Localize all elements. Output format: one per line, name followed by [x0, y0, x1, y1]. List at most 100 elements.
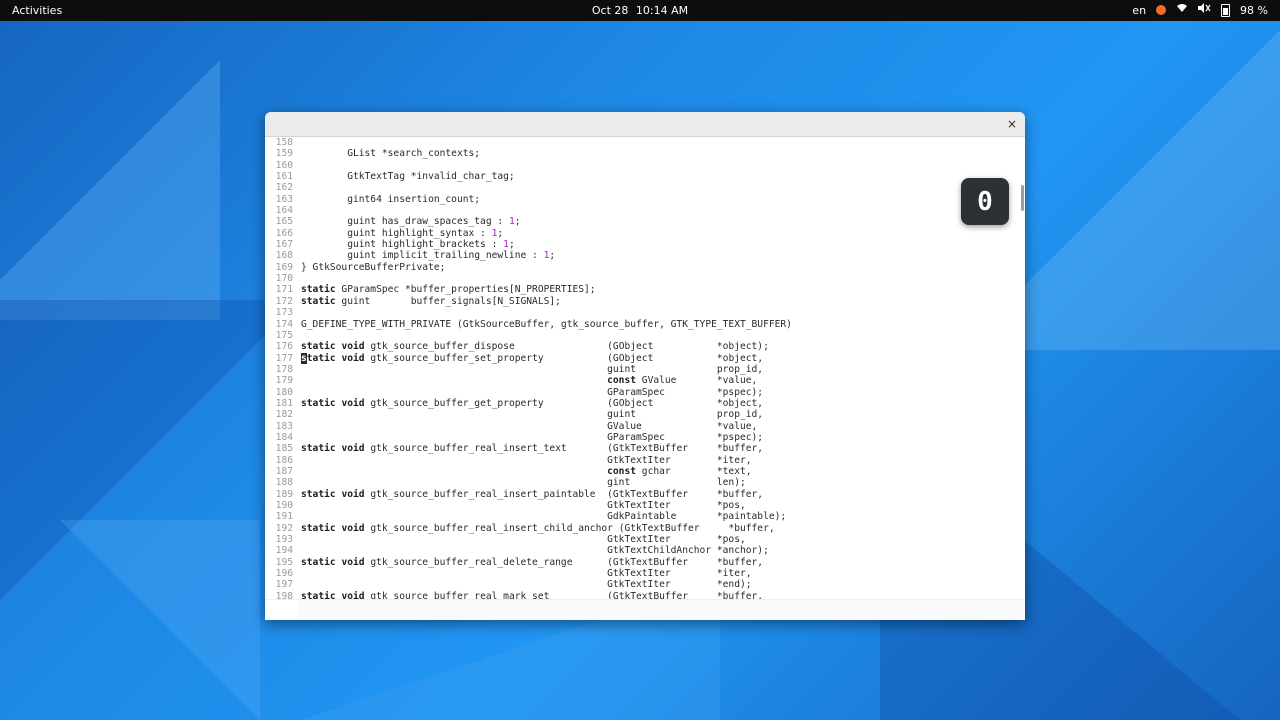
code-line[interactable]: 192 static void gtk_source_buffer_real_in…: [276, 522, 1025, 534]
code-line[interactable]: 164: [276, 205, 1025, 216]
code-line[interactable]: 179 const GValue *value,: [276, 375, 1025, 386]
code-line[interactable]: 160: [276, 160, 1025, 171]
line-number: 182: [275, 409, 293, 421]
code-line[interactable]: 172 static guint buffer_signals[N_SIGNALS…: [276, 296, 1025, 307]
code-line[interactable]: 181 static void gtk_source_buffer_get_pro…: [276, 398, 1025, 409]
code-text: GdkPaintable *paintable);: [301, 511, 787, 523]
line-number: 162: [275, 182, 293, 194]
line-number: 159: [275, 148, 293, 160]
code-line[interactable]: 170: [276, 273, 1025, 284]
code-line[interactable]: 176 static void gtk_source_buffer_dispose…: [276, 341, 1025, 352]
line-number: 169: [275, 261, 293, 273]
code-text: gint64 insertion_count;: [301, 193, 481, 205]
scrollbar-thumb[interactable]: [1021, 185, 1024, 211]
code-line[interactable]: 171 static GParamSpec *buffer_properties[…: [276, 284, 1025, 296]
code-line[interactable]: 167 guint highlight_brackets : 1;: [276, 239, 1025, 251]
line-number: 177: [275, 352, 293, 364]
line-number: 158: [275, 137, 293, 148]
code-line[interactable]: 177 static void gtk_source_buffer_set_pro…: [276, 352, 1025, 364]
code-text: GtkTextIter *pos,: [301, 534, 746, 546]
code-line[interactable]: 161 GtkTextTag *invalid_char_tag;: [276, 171, 1025, 182]
line-number: 173: [275, 307, 293, 319]
line-number: 178: [275, 363, 293, 375]
line-number: 167: [275, 239, 293, 251]
code-line[interactable]: 194 GtkTextChildAnchor *anchor);: [276, 545, 1025, 556]
code-area[interactable]: 158 159 GList *search_contexts; 160 161 Gtk…: [276, 137, 1025, 600]
code-line[interactable]: 159 GList *search_contexts;: [276, 148, 1025, 160]
code-line[interactable]: 165 guint has_draw_spaces_tag : 1;: [276, 216, 1025, 228]
line-number: 165: [275, 216, 293, 228]
close-icon[interactable]: ×: [1005, 117, 1019, 131]
line-number: 176: [275, 341, 293, 353]
volume-icon: [1198, 3, 1211, 17]
code-line[interactable]: 175: [276, 330, 1025, 341]
line-number: 174: [275, 318, 293, 330]
line-number: 187: [275, 465, 293, 477]
code-line[interactable]: 168 guint implicit_trailing_newline : 1;: [276, 250, 1025, 262]
line-number: 196: [275, 568, 293, 580]
code-line[interactable]: 162: [276, 182, 1025, 193]
line-number: 168: [275, 250, 293, 262]
code-line[interactable]: 196 GtkTextIter *iter,: [276, 568, 1025, 579]
code-line[interactable]: 193 GtkTextIter *pos,: [276, 534, 1025, 546]
code-text: GList *search_contexts;: [301, 148, 481, 160]
line-number: 188: [275, 477, 293, 489]
code-text: guint has_draw_spaces_tag : 1;: [301, 216, 521, 228]
bottom-gutter: [265, 600, 297, 620]
code-text: GtkTextIter *pos,: [301, 500, 746, 511]
battery-percent: 98 %: [1240, 3, 1268, 17]
code-editor[interactable]: 158 159 GList *search_contexts; 160 161 Gtk…: [265, 137, 1025, 600]
keyboard-language[interactable]: en: [1132, 4, 1146, 17]
code-text: static void gtk_source_buffer_real_inser…: [301, 522, 775, 534]
top-bar: Activities Oct 28 10:14 AM en 98 %: [0, 0, 1280, 21]
code-line[interactable]: 180 GParamSpec *pspec);: [276, 387, 1025, 398]
line-number: 183: [275, 420, 293, 432]
code-line[interactable]: 195 static void gtk_source_buffer_real_de…: [276, 557, 1025, 568]
line-number: 190: [275, 500, 293, 511]
code-line[interactable]: 189 static void gtk_source_buffer_real_in…: [276, 489, 1025, 500]
code-text: static GParamSpec *buffer_properties[N_P…: [301, 284, 596, 296]
line-number: 164: [275, 205, 293, 217]
counter-badge: 0: [961, 178, 1009, 225]
code-text: guint highlight_brackets : 1;: [301, 239, 515, 251]
code-line[interactable]: 163 gint64 insertion_count;: [276, 193, 1025, 205]
code-text: static void gtk_source_buffer_real_inser…: [301, 443, 764, 455]
code-line[interactable]: 186 GtkTextIter *iter,: [276, 455, 1025, 466]
code-line[interactable]: 182 guint prop_id,: [276, 409, 1025, 420]
code-text: static void gtk_source_buffer_set_proper…: [301, 352, 764, 364]
code-line[interactable]: 188 gint len);: [276, 477, 1025, 488]
window-titlebar[interactable]: ×: [265, 112, 1025, 137]
line-number: 166: [275, 227, 293, 239]
code-line[interactable]: 184 GParamSpec *pspec);: [276, 431, 1025, 443]
code-text: GtkTextIter *end);: [301, 579, 752, 591]
line-number: 192: [275, 522, 293, 534]
code-line[interactable]: 185 static void gtk_source_buffer_real_in…: [276, 443, 1025, 455]
line-number: 160: [275, 159, 293, 171]
code-line[interactable]: 190 GtkTextIter *pos,: [276, 500, 1025, 511]
code-line[interactable]: 183 GValue *value,: [276, 420, 1025, 432]
code-line[interactable]: 191 GdkPaintable *paintable);: [276, 511, 1025, 523]
code-text: guint implicit_trailing_newline : 1;: [301, 250, 556, 262]
code-line[interactable]: 174 G_DEFINE_TYPE_WITH_PRIVATE (GtkSource…: [276, 319, 1025, 330]
code-text: GValue *value,: [301, 420, 758, 432]
code-line[interactable]: 169} GtkSourceBufferPrivate;: [276, 262, 1025, 273]
code-line[interactable]: 173: [276, 307, 1025, 318]
code-line[interactable]: 166 guint highlight_syntax : 1;: [276, 227, 1025, 239]
clock[interactable]: Oct 28 10:14 AM: [0, 4, 1280, 17]
code-line[interactable]: 158: [276, 137, 1025, 148]
line-number: 184: [275, 431, 293, 443]
code-text: guint highlight_syntax : 1;: [301, 227, 504, 239]
code-line[interactable]: 178 guint prop_id,: [276, 364, 1025, 375]
line-number: 172: [275, 295, 293, 307]
battery-icon: [1221, 3, 1231, 17]
code-text: GParamSpec *pspec);: [301, 431, 764, 443]
line-number: 179: [275, 375, 293, 387]
code-line[interactable]: 197 GtkTextIter *end);: [276, 579, 1025, 591]
code-line[interactable]: 187 const gchar *text,: [276, 466, 1025, 477]
system-tray[interactable]: en 98 %: [1132, 3, 1268, 17]
